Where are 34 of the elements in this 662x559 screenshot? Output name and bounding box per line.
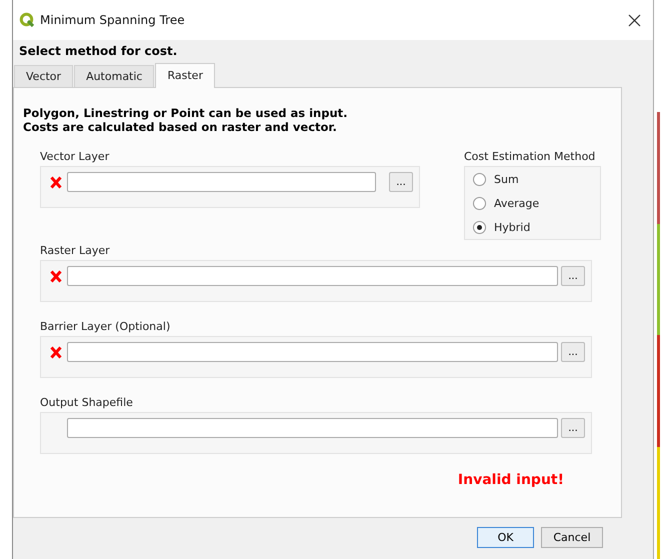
error-message: Invalid input! xyxy=(458,472,564,488)
radio-label: Average xyxy=(494,196,540,210)
field-label: Output Shapefile xyxy=(40,396,134,411)
radio-button[interactable] xyxy=(473,196,486,210)
radio-button[interactable] xyxy=(473,220,486,234)
group-label: Cost Estimation Method xyxy=(464,150,596,165)
description-text: Polygon, Linestring or Point can be used as input. xyxy=(23,106,349,120)
tab[interactable]: Vector xyxy=(14,65,74,87)
browse-button[interactable]: ... xyxy=(561,418,585,438)
radio-label: Hybrid xyxy=(494,220,530,234)
tab[interactable]: Automatic xyxy=(74,65,154,87)
window-title: Minimum Spanning Tree xyxy=(40,13,185,27)
dialog-button[interactable]: OK xyxy=(477,527,534,548)
section-heading: Select method for cost. xyxy=(18,43,178,60)
field-label: Barrier Layer (Optional) xyxy=(40,320,172,335)
app-logo-icon xyxy=(19,12,35,28)
radio-button[interactable] xyxy=(473,172,486,186)
description-text: Costs are calculated based on raster and vector. xyxy=(23,120,338,134)
text-input-field[interactable] xyxy=(67,342,558,362)
text-input-field[interactable] xyxy=(67,418,558,438)
browse-button[interactable]: ... xyxy=(389,172,413,192)
text-input-field[interactable] xyxy=(67,172,376,192)
radio-label: Sum xyxy=(494,172,519,186)
error-cross-icon xyxy=(50,176,62,188)
text-input-field[interactable] xyxy=(67,266,558,286)
browse-button[interactable]: ... xyxy=(561,266,585,286)
field-label: Vector Layer xyxy=(40,150,110,165)
tab[interactable]: Raster xyxy=(155,63,215,88)
error-cross-icon xyxy=(50,346,62,358)
dialog-button[interactable]: Cancel xyxy=(541,527,603,548)
close-icon[interactable] xyxy=(628,14,641,26)
error-cross-icon xyxy=(50,270,62,282)
field-label: Raster Layer xyxy=(40,244,111,259)
browse-button[interactable]: ... xyxy=(561,342,585,362)
